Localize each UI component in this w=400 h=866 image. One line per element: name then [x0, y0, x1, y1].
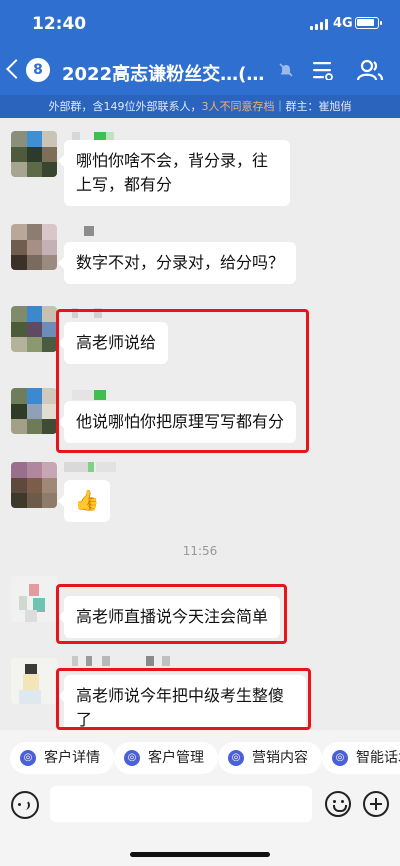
- highlight-box: [56, 309, 309, 453]
- chip-label: 客户详情: [44, 750, 100, 766]
- nav-row: 8 2022高志谦粉丝交…(152): [0, 50, 400, 94]
- avatar[interactable]: [11, 131, 57, 177]
- thumbs-up-emoji: 👍: [74, 488, 100, 512]
- chat-title[interactable]: 2022高志谦粉丝交…(152): [62, 60, 272, 86]
- avatar[interactable]: [11, 388, 57, 434]
- message-input[interactable]: [50, 786, 312, 822]
- back-chevron-icon[interactable]: [6, 59, 26, 79]
- message-bubble[interactable]: 数字不对，分录对，给分吗？: [57, 242, 297, 284]
- message-bubble[interactable]: 哪怕你啥不会，背分录，往上写，都有分: [58, 140, 290, 206]
- highlight-box: [56, 668, 311, 730]
- mute-bell-icon: [279, 63, 293, 77]
- archive-warning-link[interactable]: 3人不同意存档: [202, 100, 275, 113]
- avatar[interactable]: [11, 658, 57, 704]
- avatar[interactable]: [11, 306, 57, 352]
- status-bar: 12:40 4G: [0, 0, 400, 46]
- message-text: 数字不对，分录对，给分吗？: [76, 253, 285, 272]
- message-bubble[interactable]: 👍: [58, 480, 110, 522]
- chip-icon: ◎: [228, 750, 244, 766]
- chip-icon: ◎: [124, 750, 140, 766]
- avatar[interactable]: [11, 576, 57, 622]
- home-indicator: [130, 852, 270, 857]
- avatar[interactable]: [11, 462, 57, 508]
- chip-label: 客户管理: [148, 750, 204, 766]
- highlight-box: [56, 584, 287, 644]
- battery-icon: [355, 17, 382, 29]
- message-timestamp: 11:56: [182, 544, 218, 558]
- more-actions-plus-icon[interactable]: [363, 791, 389, 817]
- customer-details-chip[interactable]: ◎ 客户详情: [10, 742, 114, 774]
- signal-icon: [310, 19, 328, 30]
- customer-management-chip[interactable]: ◎ 客户管理: [114, 742, 218, 774]
- message-text: 哪怕你啥不会，背分录，往上写，都有分: [76, 151, 269, 194]
- group-info-bar[interactable]: 外部群，含149位外部联系人，3人不同意存档｜群主：崔旭俏: [0, 95, 400, 118]
- network-label: 4G: [333, 16, 353, 31]
- chip-label: 营销内容: [252, 750, 308, 766]
- chip-label: 智能话术: [356, 750, 400, 766]
- message-composer: [0, 784, 400, 866]
- chip-icon: ◎: [20, 750, 36, 766]
- voice-input-icon[interactable]: [11, 791, 39, 819]
- quick-actions-bar: ◎ 客户详情 ◎ 客户管理 ◎ 营销内容 ◎ 智能话术: [0, 730, 400, 784]
- group-members-icon[interactable]: [356, 58, 384, 82]
- chip-icon: ◎: [332, 750, 348, 766]
- status-time: 12:40: [32, 14, 87, 34]
- group-info-prefix: 外部群，含149位外部联系人，: [48, 100, 202, 113]
- chat-header: 12:40 4G 8 2022高志谦粉丝交…(152) 外部群，含149位外部联…: [0, 0, 400, 118]
- chat-area[interactable]: 哪怕你啥不会，背分录，往上写，都有分 数字不对，分录对，给分吗？ 高老师说给 他…: [0, 118, 400, 730]
- emoji-picker-icon[interactable]: [325, 791, 351, 817]
- group-owner-text: ｜群主：崔旭俏: [274, 100, 352, 113]
- marketing-content-chip[interactable]: ◎ 营销内容: [218, 742, 322, 774]
- unread-badge[interactable]: 8: [26, 58, 50, 82]
- group-menu-icon[interactable]: [312, 60, 334, 80]
- smart-script-chip[interactable]: ◎ 智能话术: [322, 742, 400, 774]
- avatar[interactable]: [11, 224, 57, 270]
